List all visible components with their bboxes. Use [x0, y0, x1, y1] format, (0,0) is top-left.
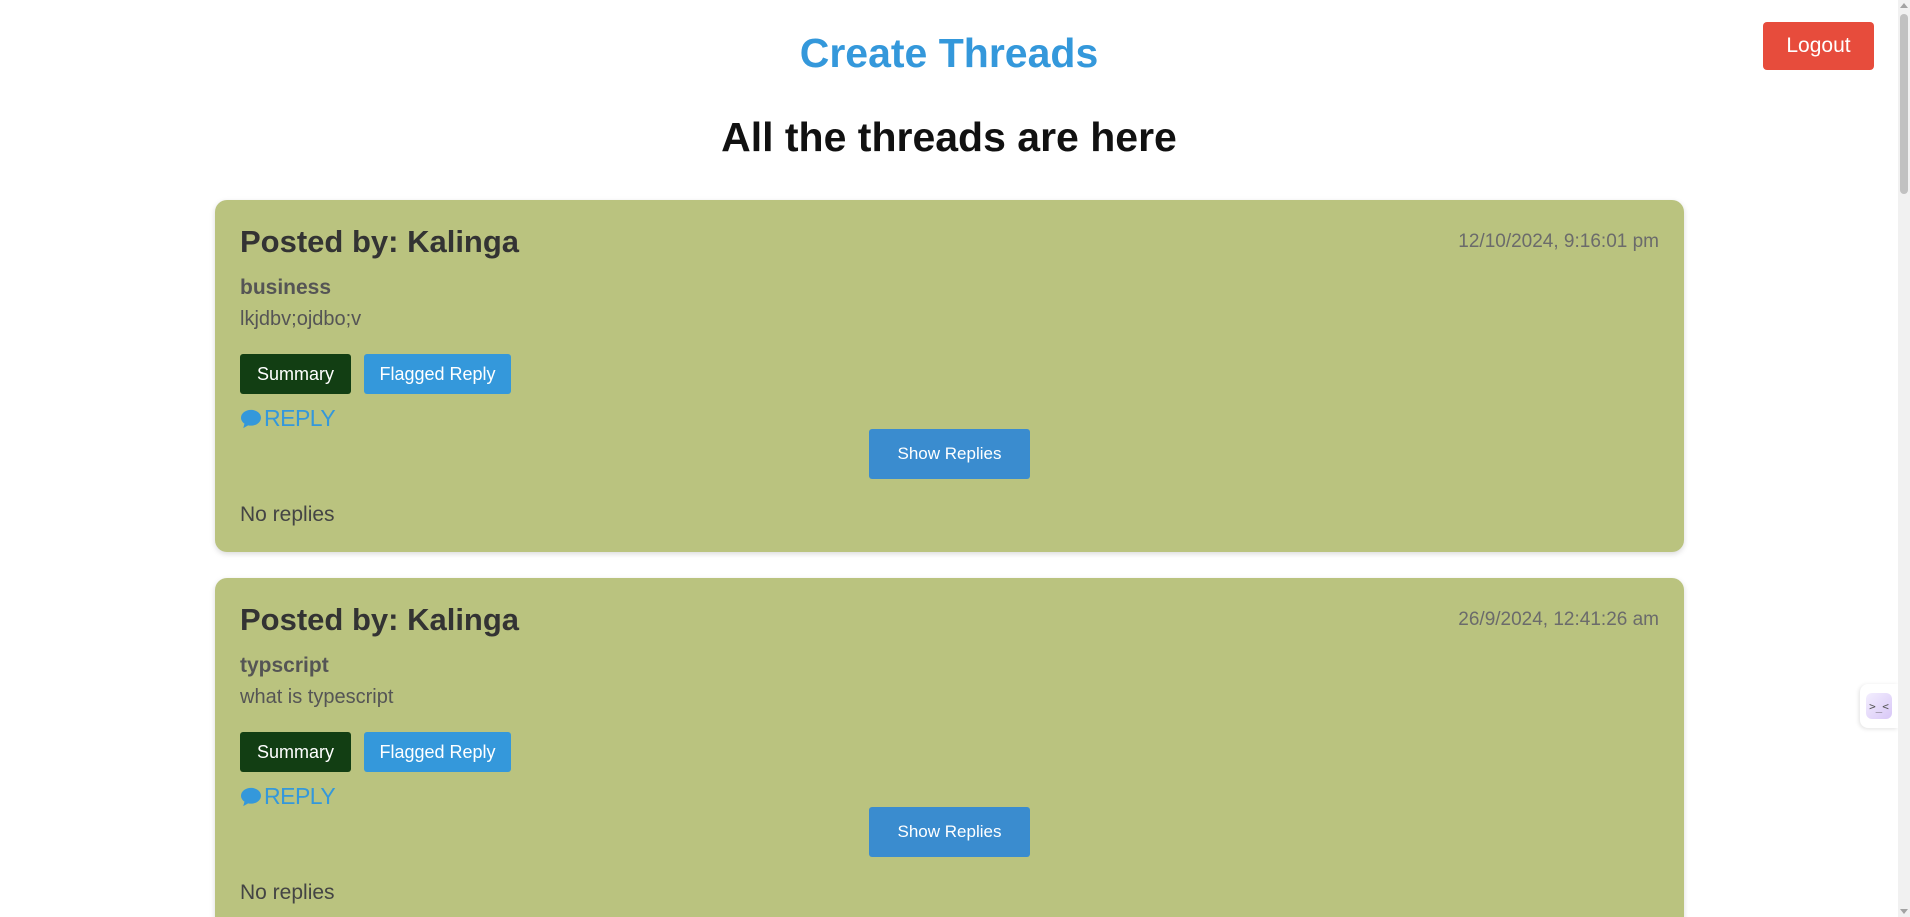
thread-list: Posted by: Kalinga 12/10/2024, 9:16:01 p… — [215, 200, 1684, 917]
show-replies-button[interactable]: Show Replies — [869, 429, 1030, 479]
thread-timestamp: 26/9/2024, 12:41:26 am — [1458, 609, 1659, 630]
thread-body: what is typescript — [240, 686, 394, 708]
section-title: All the threads are here — [721, 114, 1177, 160]
scroll-up-arrow-icon[interactable] — [1900, 3, 1908, 8]
reply-label: REPLY — [264, 783, 336, 809]
comment-icon — [241, 787, 261, 806]
thread-topic: business — [240, 276, 332, 299]
scroll-thumb[interactable] — [1900, 14, 1908, 194]
thread-author: Posted by: Kalinga — [240, 224, 520, 259]
thread-author: Posted by: Kalinga — [240, 602, 520, 637]
vertical-scrollbar[interactable] — [1898, 0, 1910, 917]
page: Create Threads Logout All the threads ar… — [0, 0, 1910, 917]
page-title: Create Threads — [799, 30, 1099, 76]
scroll-down-arrow-icon[interactable] — [1900, 909, 1908, 914]
flagged-reply-button[interactable]: Flagged Reply — [364, 732, 511, 772]
logout-button[interactable]: Logout — [1763, 22, 1874, 70]
thread-card: Posted by: Kalinga 12/10/2024, 9:16:01 p… — [215, 200, 1684, 552]
code-assistant-icon: >_< — [1866, 693, 1892, 719]
summary-button[interactable]: Summary — [240, 354, 351, 394]
summary-button[interactable]: Summary — [240, 732, 351, 772]
comment-icon — [241, 409, 261, 428]
thread-timestamp: 12/10/2024, 9:16:01 pm — [1458, 231, 1659, 252]
thread-body: lkjdbv;ojdbo;v — [240, 308, 362, 330]
replies-status: No replies — [240, 503, 335, 526]
thread-topic: typscript — [240, 654, 329, 677]
replies-status: No replies — [240, 881, 335, 904]
reply-link[interactable]: REPLY — [240, 783, 336, 810]
show-replies-button[interactable]: Show Replies — [869, 807, 1030, 857]
thread-card: Posted by: Kalinga 26/9/2024, 12:41:26 a… — [215, 578, 1684, 917]
reply-link[interactable]: REPLY — [240, 405, 336, 432]
reply-label: REPLY — [264, 405, 336, 431]
flagged-reply-button[interactable]: Flagged Reply — [364, 354, 511, 394]
assistant-widget[interactable]: >_< — [1860, 684, 1898, 728]
